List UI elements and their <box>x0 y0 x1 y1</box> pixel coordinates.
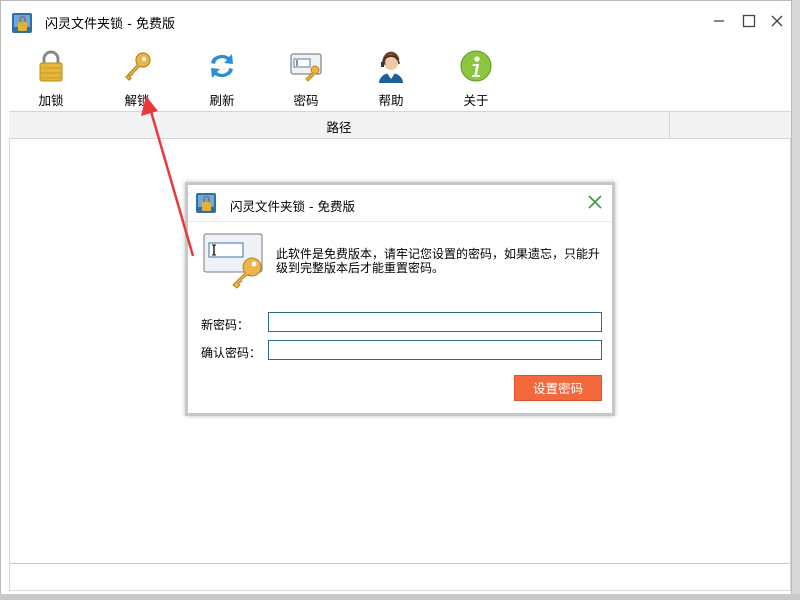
window-title: 闪灵文件夹锁 - 免费版 <box>45 17 175 32</box>
column-separator <box>669 112 670 138</box>
key-icon <box>125 52 151 81</box>
toolbar: 加锁 解锁 刷新 密码 帮助 关于 <box>1 45 791 108</box>
confirm-password-input[interactable] <box>268 340 602 360</box>
help-button[interactable]: 帮助 <box>361 49 421 109</box>
about-label: 关于 <box>463 93 489 108</box>
new-password-input[interactable] <box>268 312 602 332</box>
password-icon <box>290 53 322 82</box>
dialog-title: 闪灵文件夹锁 - 免费版 <box>230 199 355 214</box>
title-bar: 闪灵文件夹锁 - 免费版 <box>1 1 791 41</box>
status-bar <box>9 563 791 591</box>
password-button[interactable]: 密码 <box>276 49 336 109</box>
minimize-icon <box>714 20 724 22</box>
new-password-label: 新密码： <box>201 318 250 332</box>
lock-label: 加锁 <box>38 93 64 108</box>
password-key-icon <box>203 233 263 289</box>
help-label: 帮助 <box>378 93 404 108</box>
column-path[interactable]: 路径 <box>9 117 669 136</box>
close-icon[interactable] <box>586 193 604 211</box>
lock-button[interactable]: 加锁 <box>21 49 81 109</box>
maximize-button[interactable] <box>737 9 761 33</box>
unlock-button[interactable]: 解锁 <box>107 49 167 109</box>
close-icon <box>771 15 783 27</box>
app-icon <box>12 13 32 33</box>
set-password-button[interactable]: 设置密码 <box>514 375 602 401</box>
taskbar-edge <box>0 594 800 600</box>
background-desktop-edge <box>792 0 800 600</box>
app-icon <box>196 193 216 213</box>
refresh-label: 刷新 <box>209 93 235 108</box>
info-icon <box>460 50 492 82</box>
minimize-button[interactable] <box>707 9 731 33</box>
unlock-label: 解锁 <box>124 93 150 108</box>
grid-header: 路径 <box>9 111 791 139</box>
support-agent-icon <box>379 51 403 83</box>
confirm-password-label: 确认密码： <box>201 346 262 360</box>
about-button[interactable]: 关于 <box>446 49 506 109</box>
dialog-title-bar: 闪灵文件夹锁 - 免费版 <box>188 185 612 222</box>
close-button[interactable] <box>765 9 789 33</box>
dialog-message: 此软件是免费版本，请牢记您设置的密码，如果遗忘，只能升级到完整版本后才能重置密码… <box>276 247 601 275</box>
refresh-icon <box>211 54 233 78</box>
padlock-icon <box>39 50 63 82</box>
refresh-button[interactable]: 刷新 <box>192 49 252 109</box>
maximize-icon <box>742 14 756 28</box>
password-label: 密码 <box>293 93 319 108</box>
set-password-dialog: 闪灵文件夹锁 - 免费版 此软件是免费版本，请牢记您设置的密码，如果遗忘，只能升… <box>185 182 615 416</box>
